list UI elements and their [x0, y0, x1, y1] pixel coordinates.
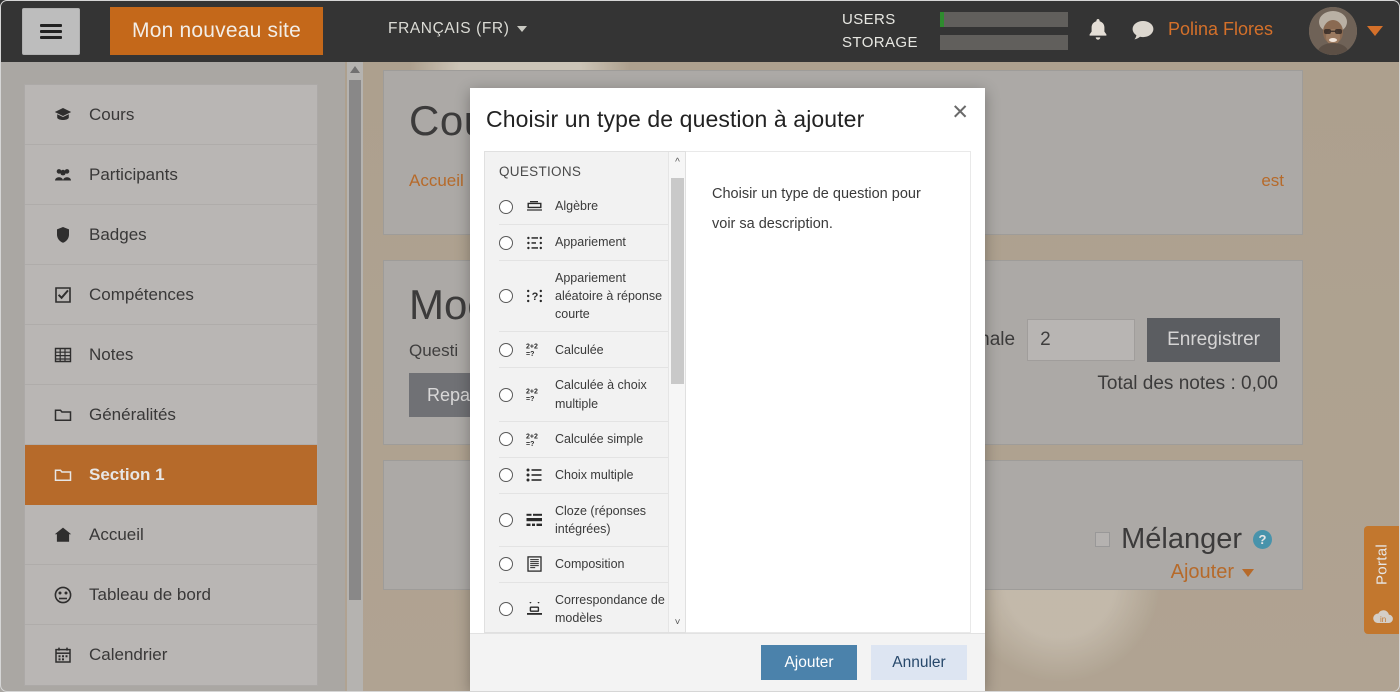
- pattern-match-icon: [523, 602, 545, 616]
- essay-icon: [523, 556, 545, 573]
- cancel-button[interactable]: Annuler: [871, 645, 967, 680]
- language-menu[interactable]: FRANÇAIS (FR): [388, 20, 528, 38]
- modal-title: Choisir un type de question à ajouter: [486, 105, 865, 132]
- question-list-scrollbar[interactable]: ^ ˅: [668, 152, 685, 632]
- page-body: Cou Accueil est Moc Questi Repa Note max…: [0, 62, 1400, 692]
- question-type-label: Calculée à choix multiple: [555, 378, 647, 411]
- meter-users: USERS: [842, 8, 1072, 31]
- close-icon[interactable]: ✕: [951, 102, 969, 123]
- meter-users-fill: [940, 12, 944, 27]
- question-list-heading: QUESTIONS: [499, 164, 582, 179]
- svg-text:?: ?: [531, 291, 538, 303]
- chevron-down-icon: [517, 26, 528, 32]
- svg-text:=?: =?: [526, 441, 534, 447]
- user-name-link[interactable]: Polina Flores: [1168, 19, 1273, 40]
- question-type-description: Choisir un type de question pour voir sa…: [686, 151, 971, 633]
- question-type-label: Calculée simple: [555, 432, 644, 447]
- meter-storage-track: [940, 35, 1068, 50]
- random-matching-icon: ?: [523, 289, 545, 303]
- question-type-option[interactable]: Correspondance de modèles: [499, 583, 671, 632]
- chevron-up-icon[interactable]: ^: [669, 154, 686, 170]
- question-type-label: Choix multiple: [555, 468, 634, 483]
- modal-header: Choisir un type de question à ajouter ✕: [470, 88, 985, 151]
- language-label: FRANÇAIS (FR): [388, 20, 510, 37]
- question-type-label: Appariement: [555, 235, 626, 250]
- meter-storage-label: STORAGE: [842, 34, 918, 51]
- question-type-option[interactable]: ? Appariement aléatoire à réponse courte: [499, 261, 671, 333]
- radio-button[interactable]: [499, 468, 513, 483]
- modal-body: QUESTIONS Algèbre Appariement? Appariement…: [470, 151, 985, 633]
- question-list-scroll-thumb[interactable]: [671, 178, 684, 384]
- site-name-button[interactable]: Mon nouveau site: [110, 7, 323, 55]
- meter-storage: STORAGE: [842, 31, 1072, 54]
- user-menu-caret-icon[interactable]: [1367, 26, 1383, 36]
- question-type-option[interactable]: Algèbre: [499, 189, 671, 225]
- multichoice-icon: [523, 468, 545, 482]
- svg-text:2+2: 2+2: [526, 389, 538, 396]
- calculated-multichoice-icon: 2+2 =?: [523, 387, 545, 403]
- radio-button[interactable]: [499, 235, 513, 250]
- svg-text:2+2: 2+2: [526, 433, 538, 440]
- calculated-icon: 2+2 =?: [523, 342, 545, 358]
- question-type-label: Cloze (réponses intégrées): [555, 503, 647, 536]
- add-button[interactable]: Ajouter: [761, 645, 857, 680]
- radio-button[interactable]: [499, 602, 513, 616]
- algebra-icon: [523, 200, 545, 214]
- svg-text:=?: =?: [526, 396, 534, 402]
- question-type-option[interactable]: Appariement: [499, 225, 671, 261]
- hamburger-icon: [40, 21, 62, 42]
- cloze-icon: [523, 513, 545, 527]
- question-type-label: Correspondance de modèles: [555, 592, 665, 625]
- question-type-option[interactable]: Composition: [499, 547, 671, 583]
- question-type-option[interactable]: Choix multiple: [499, 458, 671, 494]
- avatar[interactable]: [1309, 7, 1357, 55]
- radio-button[interactable]: [499, 432, 513, 447]
- choose-question-type-modal: Choisir un type de question à ajouter ✕ …: [470, 88, 985, 691]
- question-type-label: Algèbre: [555, 199, 599, 214]
- radio-button[interactable]: [499, 199, 513, 214]
- radio-button[interactable]: [499, 289, 513, 304]
- question-type-option[interactable]: Cloze (réponses intégrées): [499, 494, 671, 547]
- modal-footer: Ajouter Annuler: [470, 633, 985, 691]
- question-type-list-panel: QUESTIONS Algèbre Appariement? Appariement…: [484, 151, 686, 633]
- matching-icon: [523, 236, 545, 250]
- user-name-label: Polina Flores: [1168, 19, 1274, 39]
- site-name-label: Mon nouveau site: [132, 19, 301, 42]
- bell-icon[interactable]: [1086, 16, 1110, 44]
- question-type-option[interactable]: 2+2 =? Calculée simple: [499, 422, 671, 458]
- menu-toggle-button[interactable]: [22, 8, 80, 55]
- app-root: Mon nouveau site FRANÇAIS (FR) USERS STO…: [0, 0, 1400, 692]
- radio-button[interactable]: [499, 342, 513, 357]
- radio-button[interactable]: [499, 512, 513, 527]
- calculated-simple-icon: 2+2 =?: [523, 432, 545, 447]
- meter-users-label: USERS: [842, 11, 896, 28]
- chat-bubble-icon[interactable]: [1130, 18, 1156, 42]
- question-type-label: Composition: [555, 557, 625, 572]
- question-type-option[interactable]: 2+2 =? Calculée: [499, 332, 671, 369]
- radio-button[interactable]: [499, 387, 513, 402]
- question-type-option[interactable]: 2+2 =? Calculée à choix multiple: [499, 368, 671, 422]
- question-type-label: Calculée: [555, 342, 604, 357]
- radio-button[interactable]: [499, 557, 513, 572]
- meter-users-track: [940, 12, 1068, 27]
- svg-text:2+2: 2+2: [526, 344, 538, 351]
- usage-meters: USERS STORAGE: [842, 8, 1072, 54]
- question-type-label: Appariement aléatoire à réponse courte: [555, 271, 663, 322]
- top-navbar: Mon nouveau site FRANÇAIS (FR) USERS STO…: [0, 0, 1400, 62]
- chevron-down-icon[interactable]: ˅: [669, 614, 686, 630]
- svg-text:=?: =?: [526, 351, 534, 357]
- question-type-list: Algèbre Appariement? Appariement aléatoire…: [485, 189, 685, 632]
